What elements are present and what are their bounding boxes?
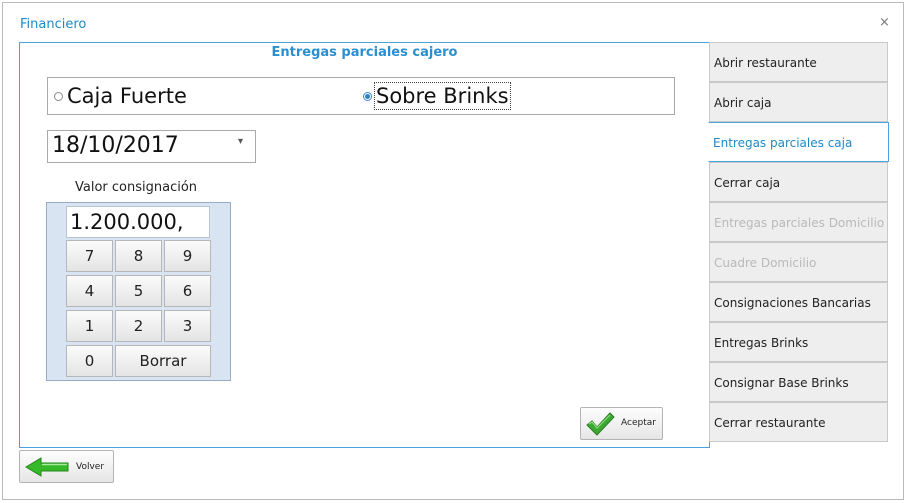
menu-item-cerrar-caja[interactable]: Cerrar caja bbox=[709, 162, 888, 202]
volver-label: Volver bbox=[76, 462, 105, 472]
menu-item-abrir-caja[interactable]: Abrir caja bbox=[709, 82, 888, 122]
numeric-keypad: 1.200.000, 7 8 9 4 5 6 1 2 3 0 Borrar bbox=[46, 202, 231, 381]
key-5[interactable]: 5 bbox=[115, 275, 162, 307]
key-6[interactable]: 6 bbox=[164, 275, 211, 307]
checkmark-icon bbox=[584, 410, 616, 442]
radio-caja-fuerte[interactable]: Caja Fuerte bbox=[54, 83, 188, 109]
radio-caja-fuerte-dot[interactable] bbox=[54, 91, 63, 101]
menu-item-cerrar-restaurante[interactable]: Cerrar restaurante bbox=[709, 402, 888, 442]
menu-item-entregas-parciales-domicilio: Entregas parciales Domicilio bbox=[709, 202, 888, 242]
key-4[interactable]: 4 bbox=[66, 275, 113, 307]
borrar-button[interactable]: Borrar bbox=[115, 345, 211, 377]
amount-display[interactable]: 1.200.000, bbox=[66, 206, 210, 238]
radio-sobre-brinks-label[interactable]: Sobre Brinks bbox=[374, 82, 511, 110]
radio-caja-fuerte-label[interactable]: Caja Fuerte bbox=[66, 83, 188, 109]
menu-item-consignaciones-bancarias[interactable]: Consignaciones Bancarias bbox=[709, 282, 888, 322]
key-9[interactable]: 9 bbox=[164, 240, 211, 272]
key-8[interactable]: 8 bbox=[115, 240, 162, 272]
aceptar-button[interactable]: Aceptar bbox=[580, 407, 663, 440]
menu-item-abrir-restaurante[interactable]: Abrir restaurante bbox=[709, 42, 888, 82]
panel-title: Entregas parciales cajero bbox=[271, 45, 458, 60]
menu-item-entregas-parciales-caja[interactable]: Entregas parciales caja bbox=[708, 122, 889, 162]
arrow-left-icon bbox=[24, 456, 70, 482]
date-picker[interactable]: 18/10/2017 ▾ bbox=[47, 130, 256, 163]
key-2[interactable]: 2 bbox=[115, 310, 162, 342]
valor-consignacion-label: Valor consignación bbox=[75, 180, 198, 195]
key-7[interactable]: 7 bbox=[66, 240, 113, 272]
radio-sobre-brinks[interactable]: Sobre Brinks bbox=[363, 82, 511, 110]
radio-sobre-brinks-dot[interactable] bbox=[363, 91, 372, 101]
date-value[interactable]: 18/10/2017 bbox=[52, 133, 179, 158]
menu-item-cuadre-domicilio: Cuadre Domicilio bbox=[709, 242, 888, 282]
close-icon[interactable]: × bbox=[879, 15, 890, 30]
aceptar-label: Aceptar bbox=[621, 418, 656, 428]
menu-item-consignar-base-brinks[interactable]: Consignar Base Brinks bbox=[709, 362, 888, 402]
menu-item-entregas-brinks[interactable]: Entregas Brinks bbox=[709, 322, 888, 362]
window-title: Financiero bbox=[20, 17, 87, 32]
radio-group: Caja Fuerte Sobre Brinks bbox=[47, 77, 675, 115]
entregas-panel: Entregas parciales cajero Caja Fuerte So… bbox=[19, 42, 710, 448]
key-3[interactable]: 3 bbox=[164, 310, 211, 342]
volver-button[interactable]: Volver bbox=[19, 450, 114, 483]
key-1[interactable]: 1 bbox=[66, 310, 113, 342]
chevron-down-icon[interactable]: ▾ bbox=[238, 136, 243, 147]
key-0[interactable]: 0 bbox=[66, 345, 113, 377]
